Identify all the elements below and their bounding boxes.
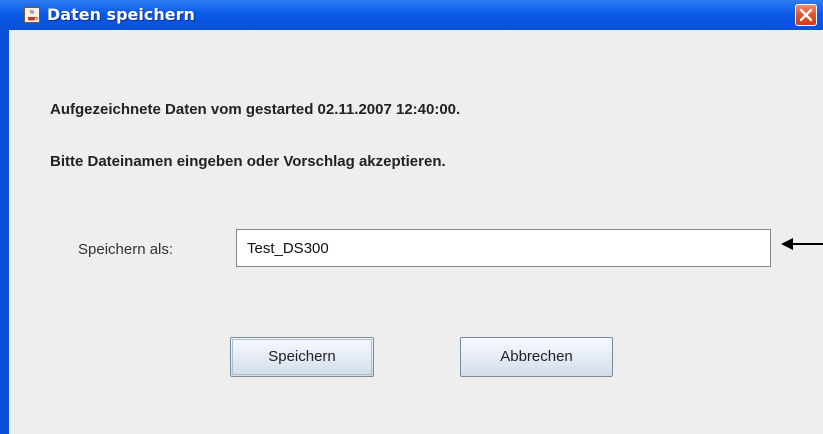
close-button[interactable] <box>795 4 817 26</box>
java-cup-icon[interactable] <box>24 7 40 23</box>
dialog-content: Aufgezeichnete Daten vom gestarted 02.11… <box>9 30 823 434</box>
save-button[interactable]: Speichern <box>230 337 374 377</box>
save-as-label: Speichern als: <box>78 241 174 258</box>
cancel-button[interactable]: Abbrechen <box>460 337 613 377</box>
instruction-text: Bitte Dateinamen eingeben oder Vorschlag… <box>50 153 446 170</box>
recording-info-text: Aufgezeichnete Daten vom gestarted 02.11… <box>50 101 461 118</box>
window-title: Daten speichern <box>47 5 195 24</box>
title-bar[interactable]: Daten speichern <box>0 0 823 30</box>
left-arrow-icon <box>781 238 823 250</box>
close-icon <box>799 8 813 22</box>
filename-input[interactable] <box>236 229 771 267</box>
dialog-window: Daten speichern Aufgezeichnete Daten vom… <box>0 0 823 434</box>
